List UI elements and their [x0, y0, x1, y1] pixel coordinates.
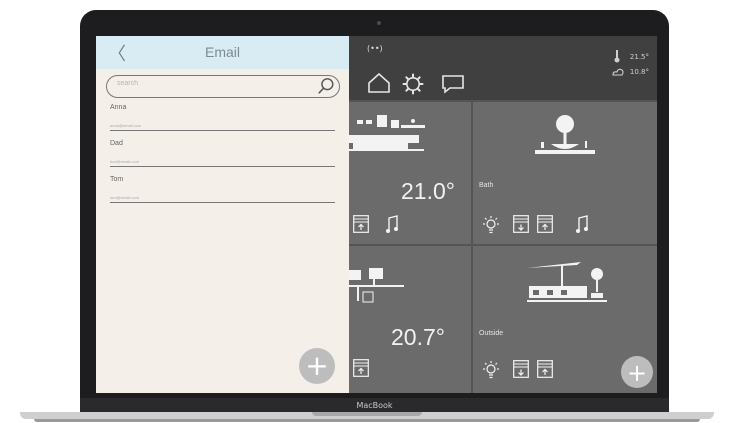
outside-illustration: [527, 262, 607, 302]
bath-illustration: [535, 115, 595, 154]
room-name: Bath: [479, 182, 494, 189]
link-icon: (••): [367, 44, 383, 53]
contact-email: anna@email.com: [110, 123, 142, 128]
screen: 〈 Email Anna anna@email.com Dad dad@emai…: [96, 36, 657, 393]
room-temperature: 20.7°: [391, 324, 445, 350]
cloud-sun-icon: [612, 68, 624, 76]
email-title: Email: [204, 44, 240, 60]
music-icon[interactable]: [385, 215, 399, 233]
home-icon[interactable]: [367, 73, 391, 93]
room-name: Outside: [479, 330, 504, 337]
office-illustration: [349, 268, 404, 303]
gear-icon[interactable]: [402, 73, 424, 95]
search-icon[interactable]: [317, 77, 335, 95]
room-tile[interactable]: Outside +: [473, 246, 657, 393]
divider: [110, 166, 335, 167]
laptop-base-shadow: [34, 419, 700, 422]
contact-name: Tom: [110, 176, 124, 183]
indoor-temperature: 21.5°: [629, 53, 649, 61]
email-header: 〈 Email: [96, 36, 349, 69]
blinds-up-icon[interactable]: [537, 360, 553, 378]
laptop-notch: [312, 412, 422, 416]
chat-icon[interactable]: [441, 74, 465, 94]
search-bar[interactable]: [106, 75, 340, 98]
plus-icon: +: [305, 349, 329, 382]
room-tile[interactable]: 20.7°: [349, 246, 471, 393]
blinds-up-icon[interactable]: [537, 215, 553, 233]
music-icon[interactable]: [575, 215, 589, 233]
light-icon[interactable]: [481, 360, 501, 380]
light-icon[interactable]: [481, 215, 501, 235]
plus-icon: +: [626, 359, 648, 387]
contact-item[interactable]: Anna anna@email.com: [110, 104, 335, 131]
contact-item[interactable]: Tom tom@email.com: [110, 176, 335, 203]
divider: [110, 202, 335, 203]
brand-label: MacBook: [356, 401, 393, 410]
contact-email: tom@email.com: [110, 195, 139, 200]
room-tile[interactable]: Bath: [473, 102, 657, 244]
camera-dot: [377, 21, 381, 25]
outdoor-temperature: 10.8°: [629, 68, 649, 76]
contact-email: dad@email.com: [110, 159, 139, 164]
thermometer-icon: [614, 50, 620, 63]
contact-name: Anna: [110, 104, 127, 111]
blinds-down-icon[interactable]: [513, 360, 529, 378]
living-room-illustration: [349, 115, 425, 151]
contact-name: Dad: [110, 140, 123, 147]
blinds-down-icon[interactable]: [513, 215, 529, 233]
contact-item[interactable]: Dad dad@email.com: [110, 140, 335, 167]
add-room-button[interactable]: +: [621, 356, 653, 388]
email-panel: 〈 Email Anna anna@email.com Dad dad@emai…: [96, 36, 349, 393]
search-input[interactable]: [117, 80, 297, 87]
room-temperature: 21.0°: [401, 178, 455, 204]
home-topbar: (••) 21.5° 10.8°: [349, 36, 657, 100]
blinds-up-icon[interactable]: [353, 359, 369, 377]
blinds-up-icon[interactable]: [353, 215, 369, 233]
divider: [110, 130, 335, 131]
room-tile[interactable]: 21.0°: [349, 102, 471, 244]
add-contact-button[interactable]: +: [299, 348, 335, 384]
